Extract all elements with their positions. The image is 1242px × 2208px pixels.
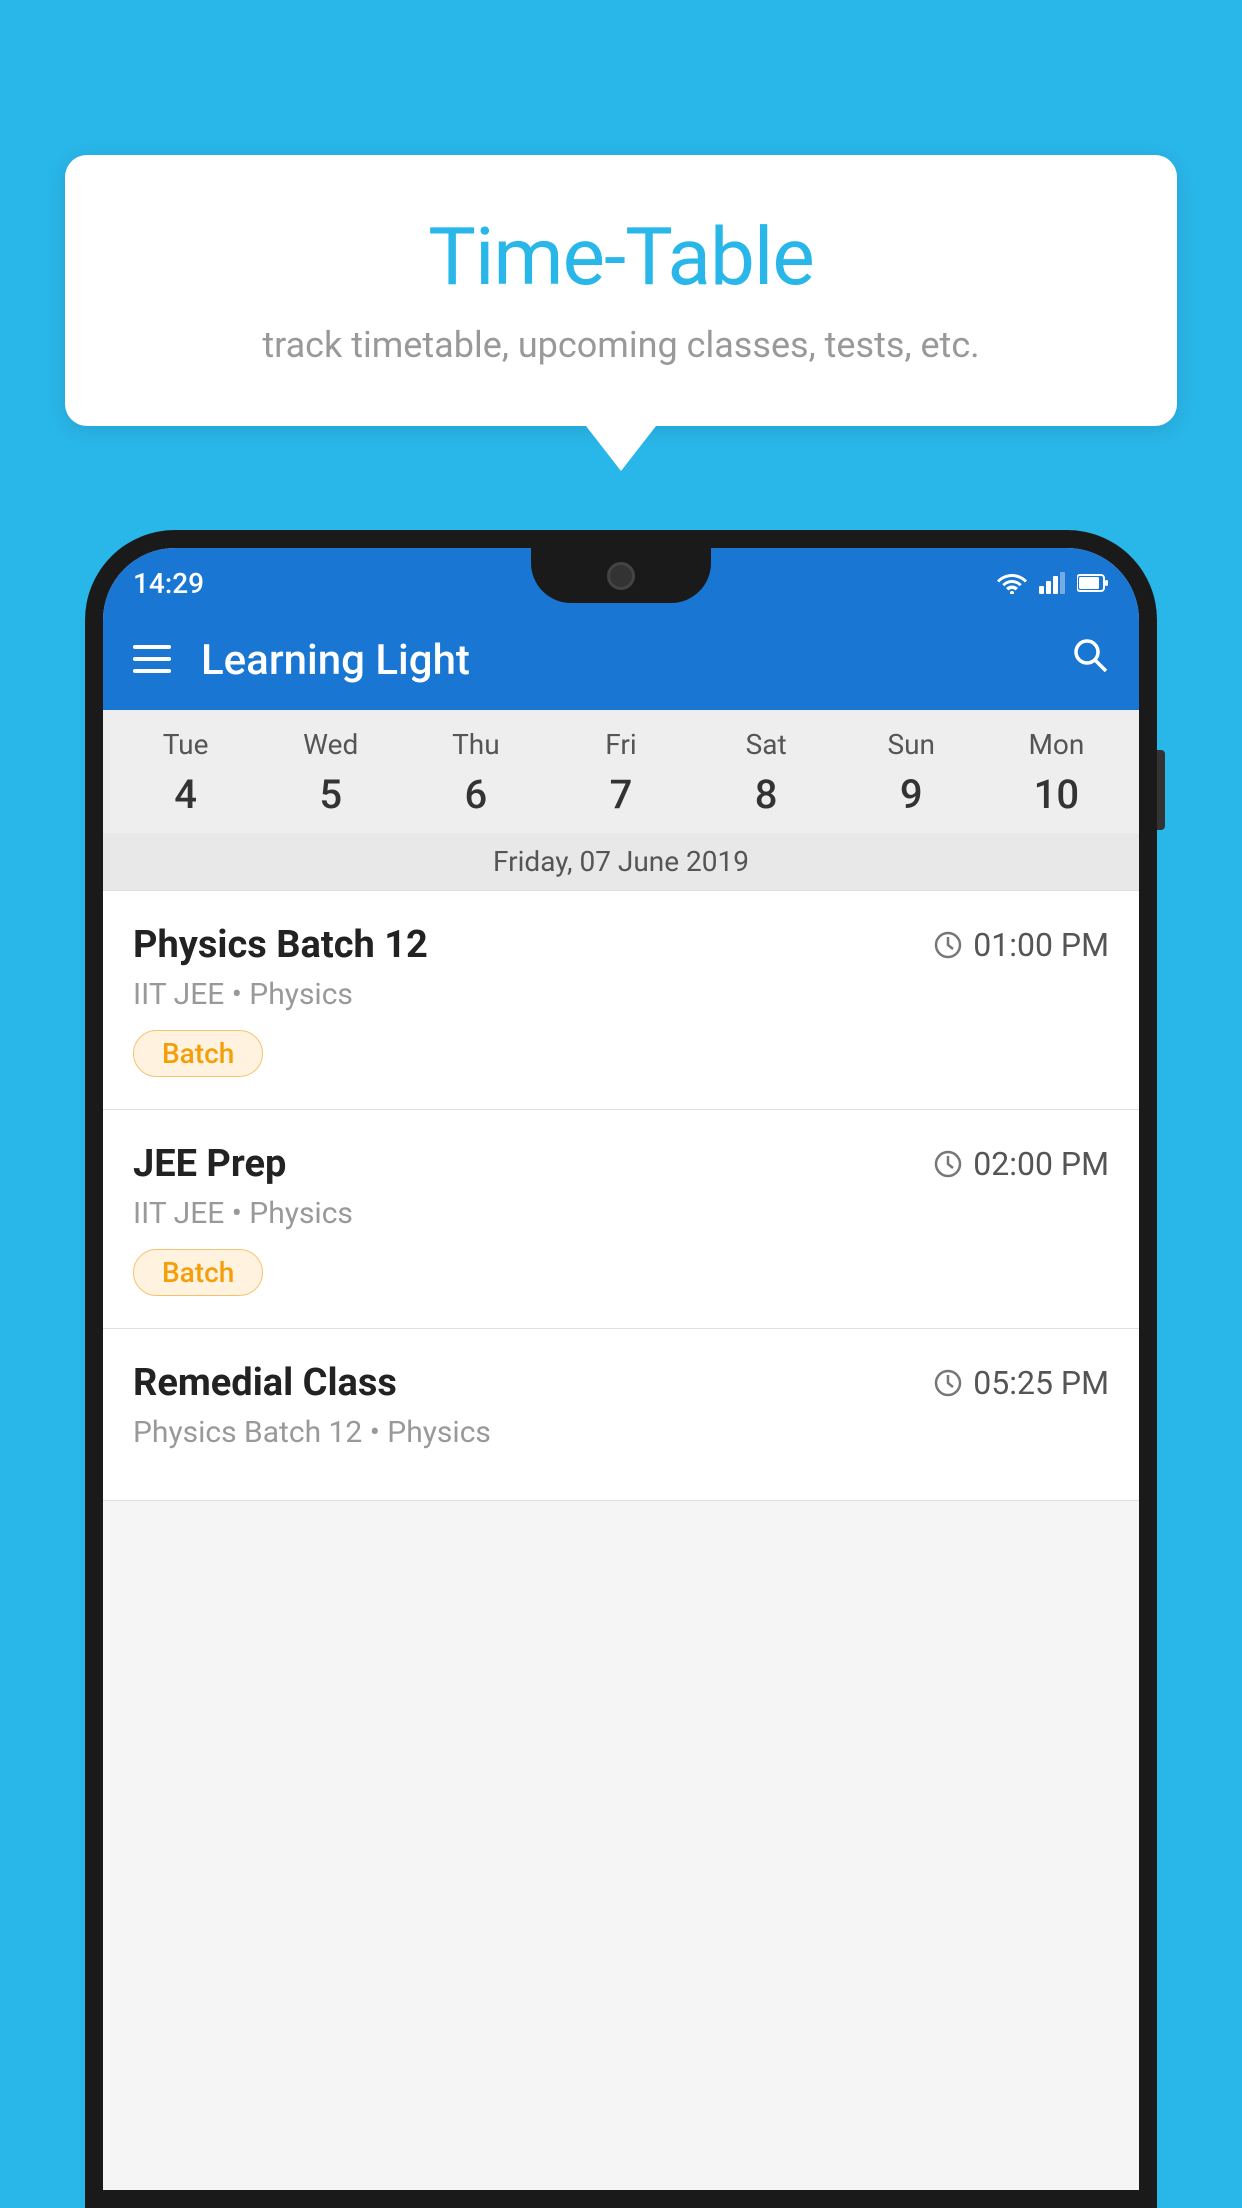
schedule-item-1-title: Physics Batch 12 [133,923,428,967]
status-time: 14:29 [133,567,204,600]
phone-notch [531,548,711,603]
phone-camera [607,562,635,590]
day-header-tue: Tue [113,728,258,761]
day-4[interactable]: 4 [113,771,258,818]
schedule-item-2-header: JEE Prep 02:00 PM [133,1142,1109,1186]
day-10[interactable]: 10 [984,771,1129,818]
schedule-item-2[interactable]: JEE Prep 02:00 PM IIT JEE • Physics Batc… [103,1110,1139,1329]
calendar-section: Tue Wed Thu Fri Sat Sun Mon 4 5 6 7 [103,710,1139,891]
selected-date: Friday, 07 June 2019 [103,833,1139,891]
day-header-mon: Mon [984,728,1129,761]
schedule-list: Physics Batch 12 01:00 PM IIT JEE • Phys… [103,891,1139,1501]
day-header-thu: Thu [403,728,548,761]
search-button[interactable] [1071,636,1109,684]
side-button [1157,750,1165,830]
signal-icon [1039,572,1065,594]
menu-button[interactable] [133,640,171,680]
day-9[interactable]: 9 [839,771,984,818]
schedule-item-1[interactable]: Physics Batch 12 01:00 PM IIT JEE • Phys… [103,891,1139,1110]
day-header-sun: Sun [839,728,984,761]
schedule-item-3-time: 05:25 PM [933,1364,1109,1402]
day-header-sat: Sat [694,728,839,761]
day-header-fri: Fri [548,728,693,761]
speech-bubble: Time-Table track timetable, upcoming cla… [65,155,1177,426]
schedule-item-1-sub: IIT JEE • Physics [133,977,1109,1012]
schedule-item-2-sub: IIT JEE • Physics [133,1196,1109,1231]
day-7-selected[interactable]: 7 [548,771,693,818]
status-icons [997,572,1109,594]
day-header-wed: Wed [258,728,403,761]
day-headers: Tue Wed Thu Fri Sat Sun Mon [103,710,1139,766]
day-numbers: 4 5 6 7 8 9 10 [103,766,1139,833]
day-6-today[interactable]: 6 [403,771,548,818]
schedule-item-3-title: Remedial Class [133,1361,397,1405]
speech-bubble-section: Time-Table track timetable, upcoming cla… [65,155,1177,471]
schedule-item-3[interactable]: Remedial Class 05:25 PM Physics Batch 12… [103,1329,1139,1501]
day-8[interactable]: 8 [694,771,839,818]
schedule-item-3-header: Remedial Class 05:25 PM [133,1361,1109,1405]
clock-icon-2 [933,1149,963,1179]
app-title: Learning Light [201,636,1071,685]
phone-screen: 14:29 [103,548,1139,2190]
phone-outer-shell: 14:29 [85,530,1157,2208]
app-bar: Learning Light [103,610,1139,710]
phone-mockup: 14:29 [85,530,1157,2208]
bubble-subtitle: track timetable, upcoming classes, tests… [125,324,1117,366]
clock-icon-3 [933,1368,963,1398]
battery-icon [1077,573,1109,593]
clock-icon-1 [933,930,963,960]
schedule-item-2-time: 02:00 PM [933,1145,1109,1183]
wifi-icon [997,572,1027,594]
schedule-item-2-title: JEE Prep [133,1142,286,1186]
schedule-item-3-sub: Physics Batch 12 • Physics [133,1415,1109,1450]
schedule-item-1-header: Physics Batch 12 01:00 PM [133,923,1109,967]
batch-badge-1: Batch [133,1030,263,1077]
schedule-item-1-time: 01:00 PM [933,926,1109,964]
bubble-title: Time-Table [125,210,1117,304]
batch-badge-2: Batch [133,1249,263,1296]
day-5[interactable]: 5 [258,771,403,818]
bubble-arrow [586,426,656,471]
